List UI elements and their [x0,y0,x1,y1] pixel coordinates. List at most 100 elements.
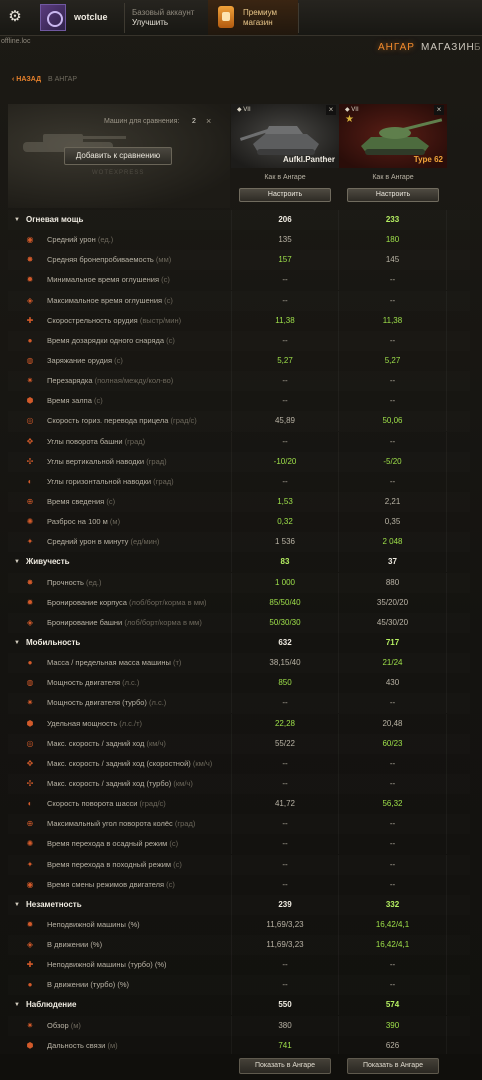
show-in-hangar-button[interactable]: Показать в Ангаре [239,1058,331,1074]
stat-unit: (полная/между/кол-во) [92,376,174,386]
tier-label: ◆ VII [345,107,359,113]
remove-tank-icon[interactable]: × [326,105,336,115]
value-tank-1: -- [231,471,339,492]
divider [124,3,125,33]
nav-hangar-tab[interactable]: АНГАР [378,42,415,53]
stat-label: Углы вертикальной наводки (град) [47,452,167,472]
category-label: Живучесть [26,557,70,567]
value-tank-2: -- [339,290,447,311]
back-button[interactable]: ‹ НАЗАД [12,76,41,83]
hitpoints-icon: ✸ [26,577,34,587]
value-tank-1: 632 [231,632,339,653]
stat-label: Время перехода в походный режим (с) [47,855,182,875]
stat-row: ✷ Перезарядка (полная/между/кол-во) -- -- [8,371,470,392]
clan-emblem-icon[interactable] [40,4,66,31]
premium-shop-button[interactable]: Премиум магазин [208,0,298,35]
stat-label: Средний урон (ед.) [47,230,113,250]
turret-armor-icon: ◈ [26,617,34,627]
category-row[interactable]: ▼ Наблюдение 550 574 [8,995,470,1016]
value-tank-1: -- [231,834,339,855]
value-tank-2: -- [339,330,447,351]
stat-name: Неподвижной машины (турбо) (%) [47,960,167,970]
stat-label: Время сведения (с) [47,492,115,512]
collapse-arrow-icon[interactable]: ▼ [14,552,20,572]
collapse-arrow-icon[interactable]: ▼ [14,995,20,1015]
camo-still-icon: ✹ [26,919,34,929]
collapse-arrow-icon[interactable]: ▼ [14,210,20,230]
stat-unit: (с) [164,879,175,889]
nav-more-tab[interactable]: Б [474,42,481,53]
clear-compare-icon[interactable]: × [206,116,211,126]
value-tank-2: 20,48 [339,713,447,734]
stat-row: ◎ Скорость гориз. перевода прицела (град/… [8,411,470,432]
stat-row: ✦ Средний урон в минуту (ед/мин) 1 536 2 04… [8,532,470,553]
stat-unit: (т) [170,658,182,668]
aim-traverse-icon: ◎ [26,416,34,426]
dispersion-icon: ✺ [26,517,34,527]
value-tank-1: 11,69/3,23 [231,935,339,956]
upgrade-link[interactable]: Улучшить [132,18,168,27]
add-to-compare-button[interactable]: Добавить к сравнению [64,147,172,165]
tank-config: Как в Ангаре [372,174,414,181]
stat-name: Бронирование башни [47,617,123,627]
stat-row: ◈ Бронирование башни (лоб/борт/корма в мм… [8,612,470,633]
stat-label: Прочность (ед.) [47,573,101,593]
category-row[interactable]: ▼ Живучесть 83 37 [8,552,470,573]
stat-name: Скорость гориз. перевода прицела [47,416,169,426]
show-in-hangar-button[interactable]: Показать в Ангаре [347,1058,439,1074]
value-tank-1: -- [231,371,339,392]
stat-row: ✚ Скорострельность орудия (выстр/мин) 11,3… [8,310,470,331]
stat-row: ● В движении (турбо) (%) -- -- [8,975,470,996]
aim-time-icon: ⊕ [26,496,34,506]
stat-row: ✹ Минимальное время оглушения (с) -- -- [8,270,470,291]
stat-row: ✚ Неподвижной машины (турбо) (%) -- -- [8,955,470,976]
category-label: Мобильность [26,637,81,647]
value-tank-1: 239 [231,894,339,915]
stat-name: Время дозарядки одного снаряда [47,335,165,345]
stun-min-icon: ✹ [26,275,34,285]
tank-card-aufkl-panther: ◆ VII × Aufkl.Panther Как в Ангаре Настр… [231,104,339,208]
nav-shop-tab[interactable]: МАГАЗИН [421,42,475,53]
premium-label: Премиум [243,8,278,17]
value-tank-2: 45/30/20 [339,612,447,633]
value-tank-1: 1,53 [231,491,339,512]
value-tank-1: -- [231,270,339,291]
value-tank-2: 430 [339,673,447,694]
stat-unit: (л.с.) [146,698,167,708]
configure-button[interactable]: Настроить [347,188,439,202]
category-label: Незаметность [26,899,82,909]
collapse-arrow-icon[interactable]: ▼ [14,895,20,915]
stat-row: ✷ Обзор (м) 380 390 [8,1015,470,1036]
stat-unit: (с) [112,355,123,365]
stat-unit: (с) [162,295,173,305]
remove-tank-icon[interactable]: × [434,105,444,115]
compare-count-label: Машин для сравнения: [104,118,180,125]
gear-icon[interactable]: ⚙ [4,6,26,28]
category-row[interactable]: ▼ Огневая мощь 206 233 [8,210,470,230]
collapse-arrow-icon[interactable]: ▼ [14,633,20,653]
configure-button[interactable]: Настроить [239,188,331,202]
stat-label: Разброс на 100 м (м) [47,512,120,532]
username[interactable]: wotclue [74,12,108,22]
stat-unit: (с) [91,396,103,406]
value-tank-1: 11,69/3,23 [231,914,339,935]
stat-label: Обзор (м) [47,1016,81,1036]
stat-name: Средний урон [47,235,96,245]
value-tank-2: 717 [339,632,447,653]
value-tank-1: 0,32 [231,512,339,533]
hull-armor-icon: ✹ [26,597,34,607]
add-vehicle-panel: Машин для сравнения: 2 × Добавить к срав… [8,104,230,208]
tier-value: VII [351,107,359,113]
stat-label: Удельная мощность (л.с./т) [47,714,142,734]
stat-row: ✣ Углы вертикальной наводки (град) -10/20-… [8,451,470,472]
stat-row: ⬢ Дальность связи (м) 741 626 [8,1035,470,1056]
stat-label: Мощность двигателя (л.с.) [47,673,139,693]
category-row[interactable]: ▼ Незаметность 239 332 [8,894,470,915]
value-tank-1: -- [231,975,339,996]
stat-name: Неподвижной машины (%) [47,919,140,929]
value-tank-2: -- [339,391,447,412]
bottom-bar: Показать в Ангаре Показать в Ангаре [0,1054,482,1080]
category-row[interactable]: ▼ Мобильность 632 717 [8,632,470,653]
value-tank-1: -- [231,753,339,774]
stat-label: Макс. скорость / задний ход (скоростной)… [47,754,212,774]
